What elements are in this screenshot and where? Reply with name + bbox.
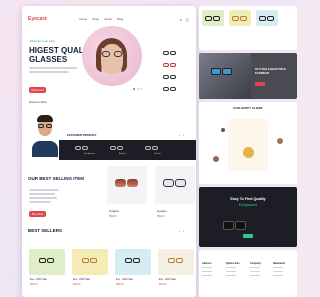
nav-item[interactable]: Blog [117, 17, 123, 21]
featured-item-label: Sunglasses [84, 153, 96, 155]
arrow-right-icon[interactable]: › [183, 229, 184, 233]
client-avatar [243, 147, 254, 158]
featured-label: FEATURED PRODUCT [67, 133, 97, 137]
product-name: Sunglass [109, 210, 119, 213]
text-line [29, 201, 51, 203]
glasses-image [39, 258, 54, 263]
promo-image [199, 53, 251, 99]
footer-heading: Newsletter [273, 262, 286, 265]
testimonial-card [228, 119, 268, 171]
glasses-thumb[interactable] [163, 63, 176, 67]
arrow-left-icon[interactable]: ‹ [179, 133, 180, 137]
nav-menu: Home Shop About Blog [79, 17, 123, 21]
eyeglasses-image [163, 179, 186, 187]
client-avatar-small[interactable] [221, 128, 225, 132]
glasses-thumb[interactable] [163, 87, 176, 91]
glasses-image [168, 258, 183, 263]
featured-arrows: ‹ › [179, 133, 184, 137]
best-item-title: OUR BEST SELLING ITEM [28, 176, 85, 181]
best-sellers-title: BEST SELLERS [28, 228, 63, 233]
seller-name: Eye - 2019 Sale [73, 278, 91, 281]
discover-link[interactable]: Discover More [29, 100, 47, 104]
dark-promo-glasses [223, 221, 246, 230]
footer-column: Company [250, 262, 261, 278]
nav-item[interactable]: Shop [92, 17, 99, 21]
featured-item-label: Classic [154, 153, 162, 155]
glasses-image [205, 16, 220, 21]
sellers-arrows: ‹ › [179, 229, 184, 233]
landing-page: Eyecare Home Shop About Blog ⌕ 🛒 Welcome… [22, 6, 196, 297]
seller-price: $29.00 [116, 283, 124, 286]
glasses-icon [102, 51, 122, 57]
seller-price: $29.00 [73, 283, 81, 286]
hero-text-line [29, 71, 69, 73]
arrow-right-icon[interactable]: › [183, 133, 184, 137]
dark-promo-title: Easy To Find Quality [230, 197, 266, 201]
hero-text-line [29, 67, 77, 69]
footer-column: Newsletter [273, 262, 285, 278]
sunglasses-image [115, 179, 138, 187]
nav-item[interactable]: Home [79, 17, 87, 21]
text-line [29, 189, 59, 191]
glasses-image [82, 258, 97, 263]
buy-now-button[interactable]: Buy Now [29, 211, 46, 217]
shop-now-button[interactable]: Shop Now [29, 87, 46, 93]
seller-price: $29.00 [159, 283, 167, 286]
dark-promo [199, 187, 297, 247]
seller-name: Eye - 2019 Sale [159, 278, 177, 281]
featured-item[interactable] [75, 146, 88, 150]
featured-item[interactable] [145, 146, 158, 150]
secondary-page: STYLISH & BEAUTIFUL EYEWEAR OUR HAPPY CL… [199, 6, 297, 297]
promo-title: STYLISH & BEAUTIFUL EYEWEAR [255, 67, 287, 75]
top-nav: Eyecare Home Shop About Blog ⌕ 🛒 [28, 15, 190, 23]
footer-heading: Address [202, 262, 212, 265]
seller-name: Eye - 2019 Sale [116, 278, 134, 281]
seller-name: Eye - 2019 Sale [30, 278, 48, 281]
happy-client-title: OUR HAPPY CLIENT [233, 106, 263, 110]
footer-column: Quick Links [226, 262, 240, 278]
featured-model [32, 113, 58, 157]
footer-heading: Company [250, 262, 261, 265]
glasses-thumb[interactable] [163, 51, 176, 55]
nav-icons: ⌕ 🛒 [180, 17, 190, 22]
featured-item-label: Aviator [119, 153, 126, 155]
dark-promo-subtitle: Eyeglasses [238, 203, 258, 207]
glasses-image [232, 16, 247, 21]
product-price: $59.00 [109, 215, 117, 218]
footer-heading: Quick Links [226, 262, 240, 265]
client-avatar-small[interactable] [213, 156, 219, 162]
cart-icon[interactable]: 🛒 [185, 17, 190, 22]
brand-logo[interactable]: Eyecare [28, 16, 47, 22]
featured-item[interactable] [110, 146, 123, 150]
glasses-image [259, 16, 274, 21]
client-avatar-small[interactable] [277, 138, 283, 144]
hero-tag: Welcome to our store [30, 40, 55, 43]
footer-column: Address [202, 262, 212, 278]
glasses-thumb[interactable] [163, 75, 176, 79]
featured-strip [59, 140, 196, 160]
sunglasses-image [211, 68, 232, 75]
hero-model [101, 44, 123, 74]
carousel-dots[interactable] [133, 88, 142, 90]
seller-price: $29.00 [30, 283, 38, 286]
product-name: Eyeglass [157, 210, 167, 213]
text-line [29, 193, 55, 195]
text-line [29, 197, 57, 199]
glasses-image [125, 258, 140, 263]
best-sellers-list [29, 249, 194, 279]
product-price: $59.00 [157, 215, 165, 218]
promo-button[interactable] [255, 82, 265, 86]
dark-promo-button[interactable] [243, 234, 253, 238]
arrow-left-icon[interactable]: ‹ [179, 229, 180, 233]
nav-item[interactable]: About [104, 17, 112, 21]
search-icon[interactable]: ⌕ [180, 17, 182, 22]
